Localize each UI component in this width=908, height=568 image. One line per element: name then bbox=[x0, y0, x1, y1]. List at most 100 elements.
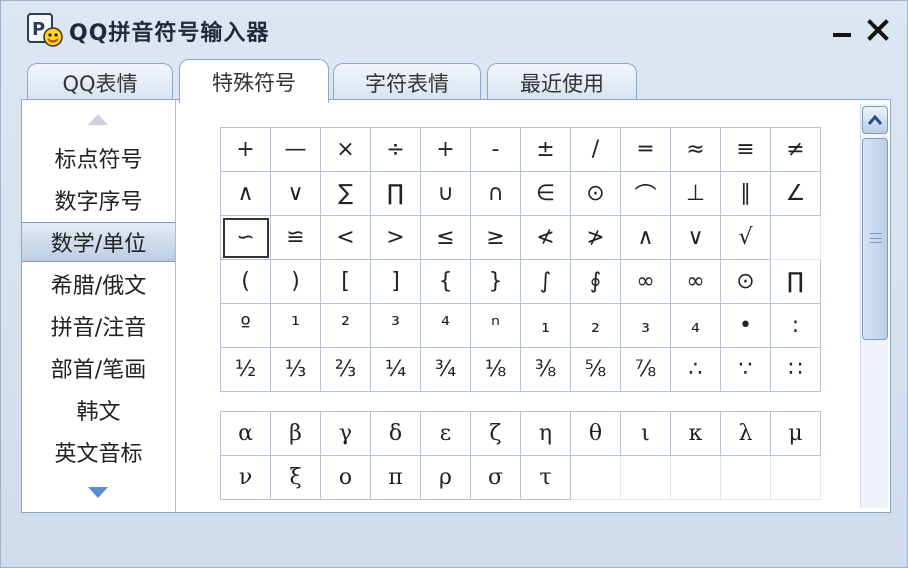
symbol-cell[interactable]: : bbox=[770, 303, 821, 348]
symbol-cell[interactable]: κ bbox=[670, 411, 721, 456]
symbol-cell[interactable]: δ bbox=[370, 411, 421, 456]
symbol-cell[interactable]: ⊙ bbox=[720, 259, 771, 304]
category-english-phonetics[interactable]: 英文音标 bbox=[22, 432, 175, 472]
symbol-cell[interactable]: ¹ bbox=[270, 303, 321, 348]
symbol-cell[interactable]: ⁿ bbox=[470, 303, 521, 348]
title-bar[interactable]: P QQ拼音符号输入器 bbox=[1, 1, 907, 55]
scrollbar-thumb[interactable] bbox=[862, 138, 888, 340]
symbol-cell[interactable]: ∵ bbox=[720, 347, 771, 392]
symbol-cell[interactable]: ∷ bbox=[770, 347, 821, 392]
category-korean[interactable]: 韩文 bbox=[22, 390, 175, 430]
symbol-cell[interactable]: α bbox=[220, 411, 271, 456]
symbol-cell[interactable]: ≯ bbox=[570, 215, 621, 260]
symbol-cell[interactable]: ═ bbox=[620, 127, 671, 172]
symbol-cell[interactable]: ⁴ bbox=[420, 303, 471, 348]
symbol-cell[interactable]: ² bbox=[320, 303, 371, 348]
symbol-cell[interactable]: + bbox=[220, 127, 271, 172]
scroll-up-button[interactable] bbox=[862, 106, 888, 134]
symbol-cell[interactable]: ½ bbox=[220, 347, 271, 392]
symbol-cell[interactable]: ∠ bbox=[770, 171, 821, 216]
symbol-cell[interactable]: ∞ bbox=[670, 259, 721, 304]
symbol-cell[interactable]: ₁ bbox=[520, 303, 571, 348]
symbol-cell[interactable]: ν bbox=[220, 455, 271, 500]
tab-character-emoticons[interactable]: 字符表情 bbox=[333, 63, 481, 101]
symbol-cell[interactable]: π bbox=[370, 455, 421, 500]
symbol-cell[interactable]: ≠ bbox=[770, 127, 821, 172]
symbol-cell[interactable]: ÷ bbox=[370, 127, 421, 172]
symbol-cell[interactable]: { bbox=[420, 259, 471, 304]
symbol-cell[interactable]: / bbox=[570, 127, 621, 172]
symbol-cell[interactable]: • bbox=[720, 303, 771, 348]
category-number-ordinals[interactable]: 数字序号 bbox=[22, 180, 175, 220]
symbol-cell[interactable]: ∮ bbox=[570, 259, 621, 304]
symbol-cell[interactable]: + bbox=[420, 127, 471, 172]
symbol-cell[interactable]: ξ bbox=[270, 455, 321, 500]
symbol-cell[interactable]: ⅞ bbox=[620, 347, 671, 392]
symbol-cell[interactable]: ρ bbox=[420, 455, 471, 500]
symbol-cell[interactable]: ≈ bbox=[670, 127, 721, 172]
symbol-cell[interactable]: — bbox=[270, 127, 321, 172]
symbol-cell[interactable]: ₂ bbox=[570, 303, 621, 348]
symbol-cell[interactable]: γ bbox=[320, 411, 371, 456]
symbol-cell[interactable]: ∞ bbox=[620, 259, 671, 304]
symbol-cell[interactable]: ∩ bbox=[470, 171, 521, 216]
symbol-cell[interactable]: ⅜ bbox=[520, 347, 571, 392]
symbol-cell[interactable]: ∧ bbox=[620, 215, 671, 260]
symbol-cell[interactable]: ∏ bbox=[370, 171, 421, 216]
symbol-cell[interactable]: ≤ bbox=[420, 215, 471, 260]
symbol-cell[interactable]: ± bbox=[520, 127, 571, 172]
symbol-cell[interactable]: ∫ bbox=[520, 259, 571, 304]
vertical-scrollbar[interactable] bbox=[860, 104, 888, 508]
symbol-cell[interactable]: √ bbox=[720, 215, 771, 260]
triangle-down-icon[interactable] bbox=[86, 486, 110, 500]
symbol-cell[interactable]: ₃ bbox=[620, 303, 671, 348]
category-punctuation[interactable]: 标点符号 bbox=[22, 138, 175, 178]
symbol-cell[interactable]: ∽ bbox=[220, 215, 271, 260]
symbol-cell[interactable]: × bbox=[320, 127, 371, 172]
symbol-cell[interactable]: μ bbox=[770, 411, 821, 456]
symbol-cell[interactable]: ⅔ bbox=[320, 347, 371, 392]
symbol-cell[interactable]: ] bbox=[370, 259, 421, 304]
symbol-cell[interactable]: ∥ bbox=[720, 171, 771, 216]
symbol-cell[interactable]: ⅝ bbox=[570, 347, 621, 392]
symbol-cell[interactable]: ∑ bbox=[320, 171, 371, 216]
symbol-cell[interactable]: η bbox=[520, 411, 571, 456]
symbol-cell[interactable]: ∪ bbox=[420, 171, 471, 216]
symbol-cell[interactable]: ο bbox=[320, 455, 371, 500]
symbol-cell[interactable]: θ bbox=[570, 411, 621, 456]
symbol-cell[interactable]: ⊥ bbox=[670, 171, 721, 216]
symbol-cell[interactable]: ∧ bbox=[220, 171, 271, 216]
symbol-cell[interactable]: ⌒ bbox=[620, 171, 671, 216]
tab-recently-used[interactable]: 最近使用 bbox=[487, 63, 637, 101]
symbol-cell[interactable]: ¾ bbox=[420, 347, 471, 392]
symbol-cell[interactable]: σ bbox=[470, 455, 521, 500]
tab-qq-emoticons[interactable]: QQ表情 bbox=[27, 63, 173, 101]
category-pinyin-zhuyin[interactable]: 拼音/注音 bbox=[22, 306, 175, 346]
category-radicals-strokes[interactable]: 部首/笔画 bbox=[22, 348, 175, 388]
tab-special-symbols[interactable]: 特殊符号 bbox=[179, 59, 329, 103]
symbol-cell[interactable]: ∴ bbox=[670, 347, 721, 392]
symbol-cell[interactable]: [ bbox=[320, 259, 371, 304]
symbol-cell[interactable]: ζ bbox=[470, 411, 521, 456]
symbol-cell[interactable]: ∈ bbox=[520, 171, 571, 216]
symbol-cell[interactable]: ∏ bbox=[770, 259, 821, 304]
symbol-cell[interactable]: λ bbox=[720, 411, 771, 456]
symbol-cell[interactable]: ₄ bbox=[670, 303, 721, 348]
category-greek-russian[interactable]: 希腊/俄文 bbox=[22, 264, 175, 304]
symbol-cell[interactable]: ⊙ bbox=[570, 171, 621, 216]
symbol-cell[interactable]: ⅓ bbox=[270, 347, 321, 392]
triangle-up-icon[interactable] bbox=[86, 112, 110, 126]
symbol-cell[interactable]: - bbox=[470, 127, 521, 172]
symbol-cell[interactable]: ∨ bbox=[670, 215, 721, 260]
symbol-cell[interactable]: ≌ bbox=[270, 215, 321, 260]
symbol-cell[interactable]: > bbox=[370, 215, 421, 260]
symbol-cell[interactable]: ³ bbox=[370, 303, 421, 348]
category-math-units[interactable]: 数学/单位 bbox=[22, 222, 175, 262]
symbol-cell[interactable]: < bbox=[320, 215, 371, 260]
symbol-cell[interactable]: β bbox=[270, 411, 321, 456]
symbol-cell[interactable]: ≡ bbox=[720, 127, 771, 172]
symbol-cell[interactable]: ε bbox=[420, 411, 471, 456]
symbol-cell[interactable]: ( bbox=[220, 259, 271, 304]
symbol-cell[interactable]: } bbox=[470, 259, 521, 304]
symbol-cell[interactable]: ≮ bbox=[520, 215, 571, 260]
